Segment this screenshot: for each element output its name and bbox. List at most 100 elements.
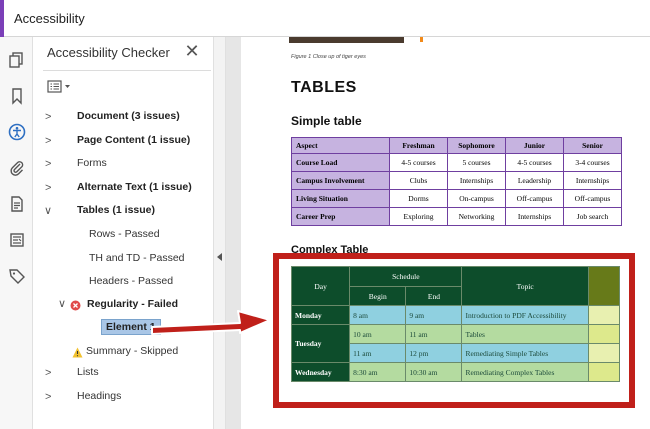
table-cell: Off-campus <box>563 189 622 208</box>
app-title: Accessibility <box>14 11 85 26</box>
table-header-cell: Topic <box>461 266 589 306</box>
table-header-cell: Schedule <box>349 266 463 287</box>
tree-item-page-content[interactable]: Page Content (1 issue) <box>77 134 190 146</box>
section-heading: TABLES <box>291 79 357 96</box>
chevron-down-icon[interactable]: ∨ <box>44 204 52 217</box>
table-row: Career Prep Exploring Networking Interns… <box>291 207 622 226</box>
pages-icon[interactable] <box>6 49 28 71</box>
table-header-cell: Sophomore <box>447 137 506 154</box>
table-cell: 9 am <box>405 305 463 325</box>
figure-caption: Figure 1 Close up of tiger eyes <box>291 54 366 60</box>
simple-table: Aspect Freshman Sophomore Junior Senior … <box>291 137 622 226</box>
table-cell: Job search <box>563 207 622 226</box>
table-cell <box>587 343 621 363</box>
decoration <box>420 37 423 42</box>
panel-title: Accessibility Checker <box>47 45 170 60</box>
table-cell: 4-5 courses <box>389 153 448 172</box>
row-header-cell: Living Situation <box>291 189 390 208</box>
table-cell: On-campus <box>447 189 506 208</box>
table-cell: Internships <box>447 171 506 190</box>
tree-item-forms[interactable]: Forms <box>77 157 107 169</box>
table-cell: 3-4 courses <box>563 153 622 172</box>
tiger-photo <box>289 37 404 43</box>
tree-item-rows[interactable]: Rows - Passed <box>89 228 160 240</box>
table-header-cell: End <box>405 286 463 306</box>
tree-item-tables[interactable]: Tables (1 issue) <box>77 204 155 216</box>
title-accent <box>0 0 4 37</box>
chevron-right-icon[interactable]: > <box>45 391 51 403</box>
chevron-right-icon[interactable]: > <box>45 158 51 170</box>
table-row: Tuesday 10 am 11 am Tables <box>290 324 621 363</box>
tree-item-element-1[interactable]: Element 1 <box>101 319 161 335</box>
chevron-down-icon[interactable]: ∨ <box>58 297 66 310</box>
table-cell: 8 am <box>349 305 407 325</box>
table-header-cell: Aspect <box>291 137 390 154</box>
table-row: Monday 8 am 9 am Introduction to PDF Acc… <box>290 305 621 325</box>
chevron-right-icon[interactable]: > <box>45 111 51 123</box>
row-header-cell: Career Prep <box>291 207 390 226</box>
close-icon[interactable]: ✕ <box>183 41 201 62</box>
table-cell: Networking <box>447 207 506 226</box>
row-header-cell: Monday <box>290 305 351 325</box>
bookmark-icon[interactable] <box>6 85 28 107</box>
table-header-cell: Junior <box>505 137 564 154</box>
table-header-row: Day Schedule Topic <box>290 266 621 306</box>
tree-item-summary[interactable]: Summary - Skipped <box>86 345 178 357</box>
paperclip-icon[interactable] <box>6 157 28 179</box>
table-cell: 10 am <box>349 324 407 344</box>
table-cell <box>587 305 621 325</box>
chevron-right-icon[interactable]: > <box>45 182 51 194</box>
table-cell: 8:30 am <box>349 362 407 382</box>
table-cell: Off-campus <box>505 189 564 208</box>
table-header-cell: Freshman <box>389 137 448 154</box>
table-cell: Internships <box>563 171 622 190</box>
divider <box>43 70 211 71</box>
row-header-cell: Course Load <box>291 153 390 172</box>
table-cell: Tables <box>461 324 589 344</box>
simple-table-heading: Simple table <box>291 114 362 128</box>
table-row: Wednesday 8:30 am 10:30 am Remediating C… <box>290 362 621 382</box>
tree-item-document[interactable]: Document (3 issues) <box>77 110 180 122</box>
table-cell: Remediating Complex Tables <box>461 362 589 382</box>
table-cell: Leadership <box>505 171 564 190</box>
table-cell: Remediating Simple Tables <box>461 343 589 363</box>
warning-icon <box>72 345 83 358</box>
tree-item-alternate-text[interactable]: Alternate Text (1 issue) <box>77 181 192 193</box>
chevron-right-icon[interactable]: > <box>45 367 51 379</box>
title-bar: Accessibility <box>0 0 650 37</box>
table-cell: 12 pm <box>405 343 463 363</box>
chevron-right-icon[interactable]: > <box>45 135 51 147</box>
tree-item-headings[interactable]: Headings <box>77 390 121 402</box>
left-toolbar <box>0 37 33 429</box>
table-cell: Exploring <box>389 207 448 226</box>
table-cell: 4-5 courses <box>505 153 564 172</box>
table-header-cell: Day <box>290 266 351 306</box>
table-header-cell <box>587 266 621 306</box>
tree-item-headers[interactable]: Headers - Passed <box>89 275 173 287</box>
tree-item-th-td[interactable]: TH and TD - Passed <box>89 252 185 264</box>
table-row: Course Load 4-5 courses 5 courses 4-5 co… <box>291 153 622 172</box>
table-header-cell: Senior <box>563 137 622 154</box>
row-header-cell: Wednesday <box>290 362 351 382</box>
document-icon[interactable] <box>6 193 28 215</box>
content-icon[interactable] <box>6 229 28 251</box>
table-cell: Dorms <box>389 189 448 208</box>
table-header-row: Aspect Freshman Sophomore Junior Senior <box>291 137 622 154</box>
table-row: Living Situation Dorms On-campus Off-cam… <box>291 189 622 208</box>
error-icon <box>70 298 81 311</box>
panel-splitter[interactable] <box>213 37 226 429</box>
table-cell: Clubs <box>389 171 448 190</box>
collapse-arrow-icon[interactable] <box>217 253 222 261</box>
table-cell: 5 courses <box>447 153 506 172</box>
row-header-cell: Campus Involvement <box>291 171 390 190</box>
accessibility-icon[interactable] <box>6 121 28 143</box>
table-cell <box>587 362 621 382</box>
tag-icon[interactable] <box>6 265 28 287</box>
options-menu-icon[interactable] <box>47 79 73 95</box>
tree-item-regularity[interactable]: Regularity - Failed <box>87 298 178 310</box>
table-cell: 11 am <box>405 324 463 344</box>
table-cell: Introduction to PDF Accessibility <box>461 305 589 325</box>
complex-table: Day Schedule Topic Begin End Monday 8 am… <box>290 266 621 382</box>
table-header-cell: Begin <box>349 286 407 306</box>
tree-item-lists[interactable]: Lists <box>77 366 99 378</box>
